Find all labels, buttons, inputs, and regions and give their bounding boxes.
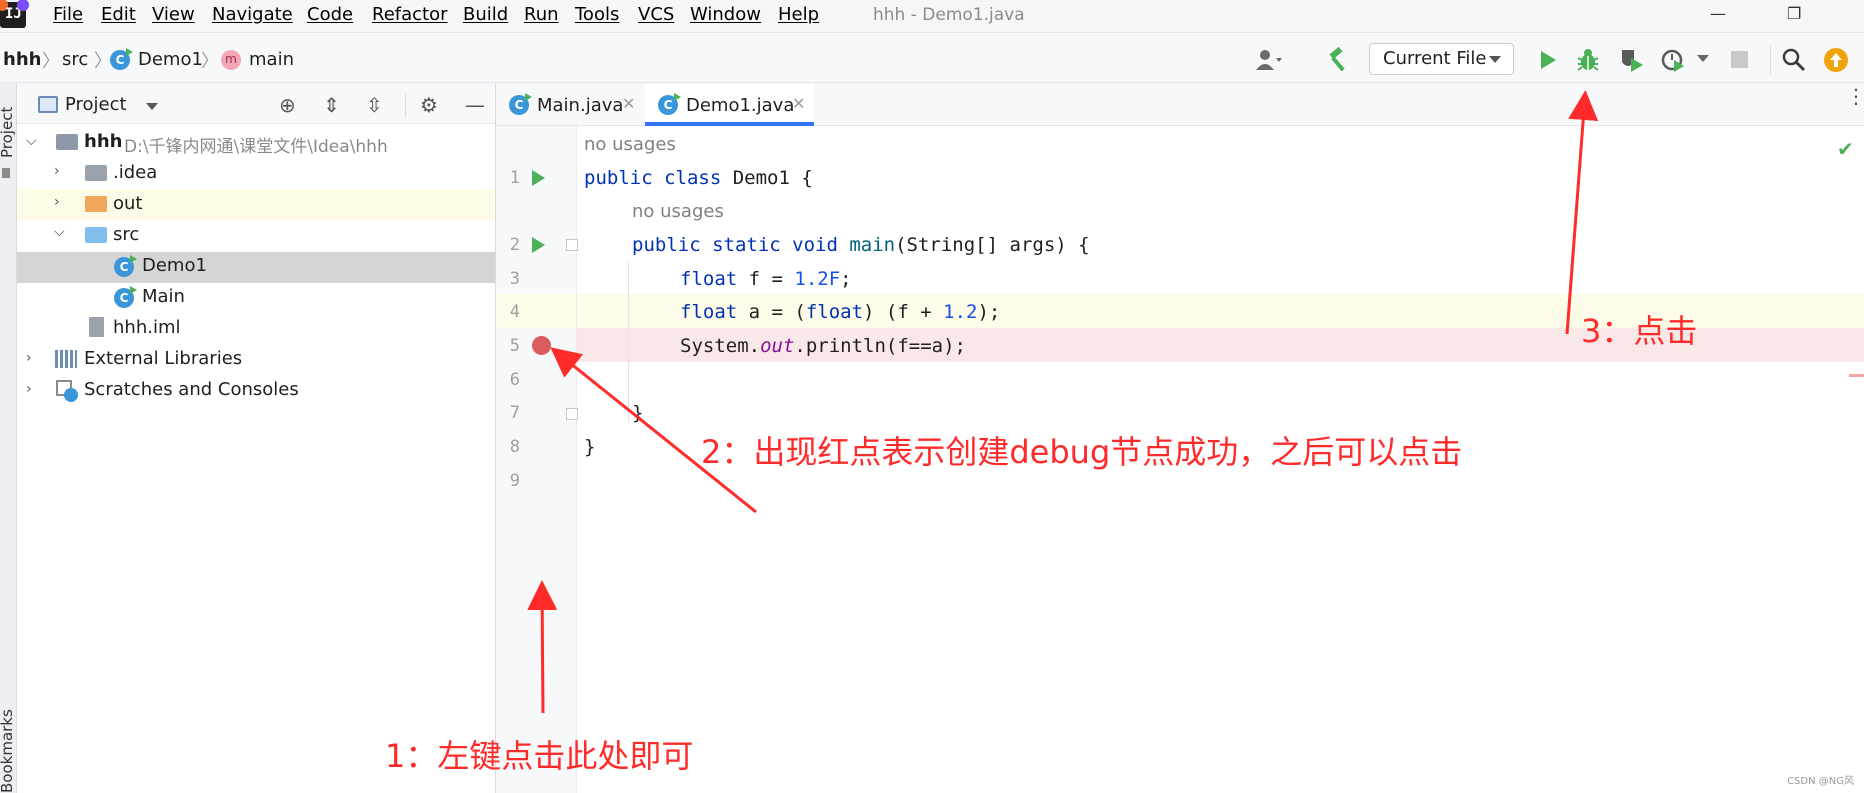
watermark: CSDN @NG风 (1787, 776, 1854, 787)
annotation-arrow-3 (1565, 90, 1599, 335)
annotation-step-2: 2：出现红点表示创建debug节点成功，之后可以点击 (701, 433, 1463, 471)
annotation-step-1: 1：左键点击此处即可 (385, 737, 694, 775)
annotation-step-3: 3：点击 (1581, 312, 1698, 350)
annotation-arrow-1 (527, 580, 558, 714)
annotation-arrows (527, 90, 1599, 714)
